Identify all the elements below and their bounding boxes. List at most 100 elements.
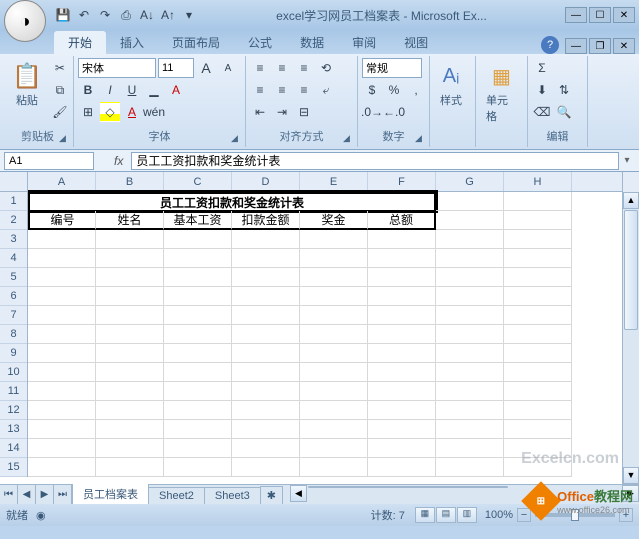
view-layout-icon[interactable]: ▤ [436, 507, 456, 523]
cell-g9[interactable] [436, 344, 504, 363]
cell-c10[interactable] [164, 363, 232, 382]
cell-g7[interactable] [436, 306, 504, 325]
cell-b4[interactable] [96, 249, 164, 268]
cell-c12[interactable] [164, 401, 232, 420]
sort-filter-icon[interactable]: ⇅ [554, 80, 574, 100]
cell-b13[interactable] [96, 420, 164, 439]
cell-d14[interactable] [232, 439, 300, 458]
cell-g12[interactable] [436, 401, 504, 420]
cell-c7[interactable] [164, 306, 232, 325]
column-header-d[interactable]: D [232, 172, 300, 191]
column-header-f[interactable]: F [368, 172, 436, 191]
cell-b2[interactable]: 姓名 [96, 211, 164, 230]
scroll-up-icon[interactable]: ▲ [623, 192, 639, 209]
sort-desc-icon[interactable]: A↑ [159, 6, 177, 24]
cell-f2[interactable]: 总额 [368, 211, 436, 230]
increase-decimal-icon[interactable]: .0→ [362, 102, 382, 122]
row-header-13[interactable]: 13 [0, 420, 27, 439]
percent-icon[interactable]: % [384, 80, 404, 100]
align-right-icon[interactable]: ≡ [294, 80, 314, 100]
zoom-slider[interactable] [535, 513, 615, 517]
column-header-c[interactable]: C [164, 172, 232, 191]
underline-button[interactable]: U [122, 80, 142, 100]
cell-d7[interactable] [232, 306, 300, 325]
row-header-9[interactable]: 9 [0, 344, 27, 363]
cell-g10[interactable] [436, 363, 504, 382]
cell-e8[interactable] [300, 325, 368, 344]
align-center-icon[interactable]: ≡ [272, 80, 292, 100]
cell-h11[interactable] [504, 382, 572, 401]
cell-c11[interactable] [164, 382, 232, 401]
sheet-tab-2[interactable]: Sheet2 [148, 487, 205, 504]
cell-h12[interactable] [504, 401, 572, 420]
indent-inc-icon[interactable]: ⇥ [272, 102, 292, 122]
cell-f12[interactable] [368, 401, 436, 420]
cell-b9[interactable] [96, 344, 164, 363]
cell-g14[interactable] [436, 439, 504, 458]
cell-b8[interactable] [96, 325, 164, 344]
cell-c9[interactable] [164, 344, 232, 363]
cell-f13[interactable] [368, 420, 436, 439]
tab-layout[interactable]: 页面布局 [158, 31, 234, 54]
zoom-thumb[interactable] [571, 509, 579, 521]
cell-g2[interactable] [436, 211, 504, 230]
cell-f11[interactable] [368, 382, 436, 401]
cell-d10[interactable] [232, 363, 300, 382]
row-header-10[interactable]: 10 [0, 363, 27, 382]
cell-g6[interactable] [436, 287, 504, 306]
cell-e11[interactable] [300, 382, 368, 401]
cut-icon[interactable]: ✂ [50, 58, 70, 78]
save-icon[interactable]: 💾 [54, 6, 72, 24]
cell-d12[interactable] [232, 401, 300, 420]
currency-icon[interactable]: $ [362, 80, 382, 100]
cell-e15[interactable] [300, 458, 368, 477]
new-sheet-icon[interactable]: ✱ [260, 486, 283, 504]
column-header-b[interactable]: B [96, 172, 164, 191]
cell-e2[interactable]: 奖金 [300, 211, 368, 230]
cell-c15[interactable] [164, 458, 232, 477]
qat-more-icon[interactable]: ▾ [180, 6, 198, 24]
cell-f7[interactable] [368, 306, 436, 325]
fill-icon[interactable]: ⬇ [532, 80, 552, 100]
align-launcher-icon[interactable]: ◢ [343, 133, 355, 145]
sort-asc-icon[interactable]: A↓ [138, 6, 156, 24]
find-icon[interactable]: 🔍 [554, 102, 574, 122]
format-painter-icon[interactable]: 🖌 [50, 102, 70, 122]
workbook-close-button[interactable]: ✕ [613, 38, 635, 54]
orientation-icon[interactable]: ⟲ [316, 58, 336, 78]
cell-e14[interactable] [300, 439, 368, 458]
sheet-tab-1[interactable]: 员工档案表 [72, 483, 149, 504]
cell-g8[interactable] [436, 325, 504, 344]
column-header-a[interactable]: A [28, 172, 96, 191]
cell-a9[interactable] [28, 344, 96, 363]
fx-icon[interactable]: fx [114, 154, 123, 168]
column-header-h[interactable]: H [504, 172, 572, 191]
view-normal-icon[interactable]: ▦ [415, 507, 435, 523]
cell-h9[interactable] [504, 344, 572, 363]
indent-dec-icon[interactable]: ⇤ [250, 102, 270, 122]
horizontal-scrollbar[interactable]: ◀ ▶ [290, 485, 639, 504]
cell-f4[interactable] [368, 249, 436, 268]
cell-a5[interactable] [28, 268, 96, 287]
cell-g11[interactable] [436, 382, 504, 401]
cell-g3[interactable] [436, 230, 504, 249]
sheet-tab-3[interactable]: Sheet3 [204, 487, 261, 504]
cell-b7[interactable] [96, 306, 164, 325]
row-header-5[interactable]: 5 [0, 268, 27, 287]
expand-formula-bar-icon[interactable]: ▾ [619, 155, 635, 166]
cell-f6[interactable] [368, 287, 436, 306]
row-header-12[interactable]: 12 [0, 401, 27, 420]
styles-button[interactable]: Aᵢ 样式 [434, 58, 468, 110]
tab-formulas[interactable]: 公式 [234, 31, 286, 54]
zoom-out-icon[interactable]: − [517, 508, 531, 522]
cell-g13[interactable] [436, 420, 504, 439]
shrink-font-icon[interactable]: A [218, 58, 238, 78]
row-header-2[interactable]: 2 [0, 211, 27, 230]
view-pagebreak-icon[interactable]: ▥ [457, 507, 477, 523]
cell-e4[interactable] [300, 249, 368, 268]
cell-h5[interactable] [504, 268, 572, 287]
row-header-8[interactable]: 8 [0, 325, 27, 344]
tab-view[interactable]: 视图 [390, 31, 442, 54]
cell-e13[interactable] [300, 420, 368, 439]
cell-h15[interactable] [504, 458, 572, 477]
